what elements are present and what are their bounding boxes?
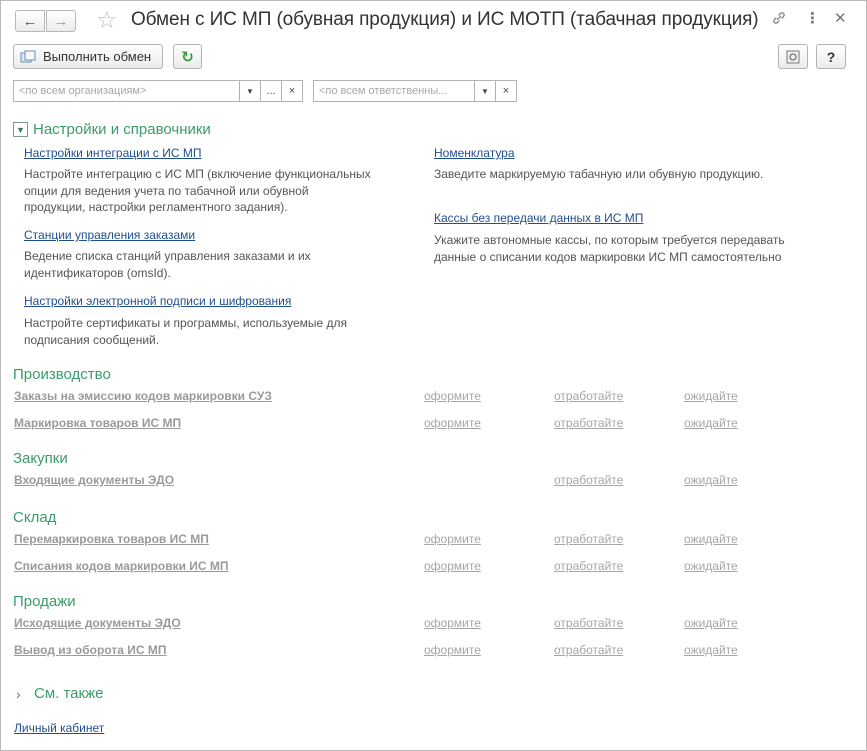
window-title: Обмен с ИС МП (обувная продукция) и ИС М… bbox=[131, 9, 759, 30]
document-link[interactable]: Вывод из оборота ИС МП bbox=[14, 643, 167, 657]
document-link[interactable]: Списания кодов маркировки ИС МП bbox=[14, 559, 229, 573]
status-link-wait[interactable]: ожидайте bbox=[684, 643, 738, 657]
status-link-draft[interactable]: оформите bbox=[424, 532, 481, 546]
status-link-draft[interactable]: оформите bbox=[424, 416, 481, 430]
arrow-left-icon: ← bbox=[22, 12, 38, 30]
forward-button[interactable]: → bbox=[46, 10, 76, 32]
document-link[interactable]: Входящие документы ЭДО bbox=[14, 473, 174, 487]
link-offline-registers[interactable]: Кассы без передачи данных в ИС МП bbox=[434, 211, 643, 225]
status-link-draft[interactable]: оформите bbox=[424, 389, 481, 403]
window-frame bbox=[0, 0, 867, 751]
chevron-right-icon[interactable]: › bbox=[16, 686, 21, 702]
document-link[interactable]: Маркировка товаров ИС МП bbox=[14, 416, 181, 430]
signature-settings-desc: Настройте сертификаты и программы, испол… bbox=[24, 315, 347, 348]
desc-line: опции для ведения учета по табачной или … bbox=[24, 183, 309, 198]
status-link-wait[interactable]: ожидайте bbox=[684, 389, 738, 403]
group-title-purchases: Закупки bbox=[13, 450, 68, 467]
run-exchange-label: Выполнить обмен bbox=[43, 49, 152, 64]
help-label: ? bbox=[826, 48, 836, 65]
offline-registers-desc: Укажите автономные кассы, по которым тре… bbox=[434, 232, 785, 265]
more-menu-icon[interactable]: ⋮ bbox=[805, 9, 820, 27]
document-link[interactable]: Перемаркировка товаров ИС МП bbox=[14, 532, 209, 546]
exchange-icon bbox=[20, 50, 36, 64]
desc-line: Заведите маркируемую табачную или обувну… bbox=[434, 167, 764, 181]
desc-line: Ведение списка станций управления заказа… bbox=[24, 249, 311, 263]
title-bar: ← → ☆ Обмен с ИС МП (обувная продукция) … bbox=[0, 0, 867, 42]
back-button[interactable]: ← bbox=[15, 10, 45, 32]
status-link-draft[interactable]: оформите bbox=[424, 559, 481, 573]
status-link-process[interactable]: отработайте bbox=[554, 389, 623, 403]
clear-icon[interactable]: × bbox=[281, 81, 302, 101]
link-icon[interactable] bbox=[771, 10, 787, 30]
status-link-process[interactable]: отработайте bbox=[554, 473, 623, 487]
status-link-draft[interactable]: оформите bbox=[424, 616, 481, 630]
status-link-wait[interactable]: ожидайте bbox=[684, 416, 738, 430]
dropdown-arrow-icon[interactable]: ▼ bbox=[239, 81, 260, 101]
status-link-process[interactable]: отработайте bbox=[554, 559, 623, 573]
status-link-process[interactable]: отработайте bbox=[554, 416, 623, 430]
status-link-process[interactable]: отработайте bbox=[554, 643, 623, 657]
responsible-filter[interactable]: <по всем ответственны... ▼ × bbox=[313, 80, 517, 102]
refresh-button[interactable]: ↻ bbox=[173, 44, 202, 69]
nomenclature-desc: Заведите маркируемую табачную или обувну… bbox=[434, 166, 763, 183]
order-stations-desc: Ведение списка станций управления заказа… bbox=[24, 248, 311, 281]
desc-line: Настройте сертификаты и программы, испол… bbox=[24, 316, 348, 330]
status-link-wait[interactable]: ожидайте bbox=[684, 473, 738, 487]
desc-line: продукции, настройки регламентного задан… bbox=[24, 200, 288, 214]
desc-line: идентификаторов (omsId). bbox=[24, 265, 171, 280]
desc-line: Укажите автономные кассы, по которым тре… bbox=[434, 233, 785, 247]
arrow-right-icon: → bbox=[53, 12, 69, 30]
desc-line: данные о списании кодов маркировки ИС МП… bbox=[434, 249, 782, 264]
run-exchange-button[interactable]: Выполнить обмен bbox=[13, 44, 163, 69]
form-settings-button[interactable] bbox=[778, 44, 808, 69]
organization-filter[interactable]: <по всем организациям> ▼ ... × bbox=[13, 80, 303, 102]
organization-filter-text: <по всем организациям> bbox=[19, 85, 147, 97]
status-link-wait[interactable]: ожидайте bbox=[684, 532, 738, 546]
document-link[interactable]: Исходящие документы ЭДО bbox=[14, 616, 181, 630]
status-link-process[interactable]: отработайте bbox=[554, 616, 623, 630]
integration-settings-desc: Настройте интеграцию с ИС МП (включение … bbox=[24, 166, 371, 216]
settings-section-title[interactable]: Настройки и справочники bbox=[33, 121, 211, 138]
personal-cabinet-link[interactable]: Личный кабинет bbox=[14, 721, 104, 735]
responsible-filter-text: <по всем ответственны... bbox=[319, 85, 448, 97]
link-integration-settings[interactable]: Настройки интеграции с ИС МП bbox=[24, 146, 201, 160]
status-link-wait[interactable]: ожидайте bbox=[684, 616, 738, 630]
form-settings-icon bbox=[786, 50, 800, 63]
clear-icon[interactable]: × bbox=[495, 81, 516, 101]
dropdown-arrow-icon[interactable]: ▼ bbox=[474, 81, 495, 101]
group-title-sales: Продажи bbox=[13, 593, 76, 610]
close-icon[interactable]: ✕ bbox=[834, 9, 847, 27]
status-link-wait[interactable]: ожидайте bbox=[684, 559, 738, 573]
collapse-toggle-icon[interactable]: ▼ bbox=[13, 122, 28, 137]
group-title-production: Производство bbox=[13, 366, 111, 383]
status-link-process[interactable]: отработайте bbox=[554, 532, 623, 546]
link-order-stations[interactable]: Станции управления заказами bbox=[24, 228, 195, 242]
help-button[interactable]: ? bbox=[816, 44, 846, 69]
refresh-icon: ↻ bbox=[181, 48, 194, 66]
desc-line: подписания сообщений. bbox=[24, 332, 160, 347]
link-nomenclature[interactable]: Номенклатура bbox=[434, 146, 515, 160]
favorite-star-icon[interactable]: ☆ bbox=[96, 6, 118, 35]
see-also-title[interactable]: См. также bbox=[34, 685, 103, 702]
select-button[interactable]: ... bbox=[260, 81, 281, 101]
link-signature-settings[interactable]: Настройки электронной подписи и шифрован… bbox=[24, 294, 291, 308]
document-link[interactable]: Заказы на эмиссию кодов маркировки СУЗ bbox=[14, 389, 272, 403]
group-title-warehouse: Склад bbox=[13, 509, 57, 526]
status-link-draft[interactable]: оформите bbox=[424, 643, 481, 657]
desc-line: Настройте интеграцию с ИС МП (включение … bbox=[24, 167, 371, 181]
